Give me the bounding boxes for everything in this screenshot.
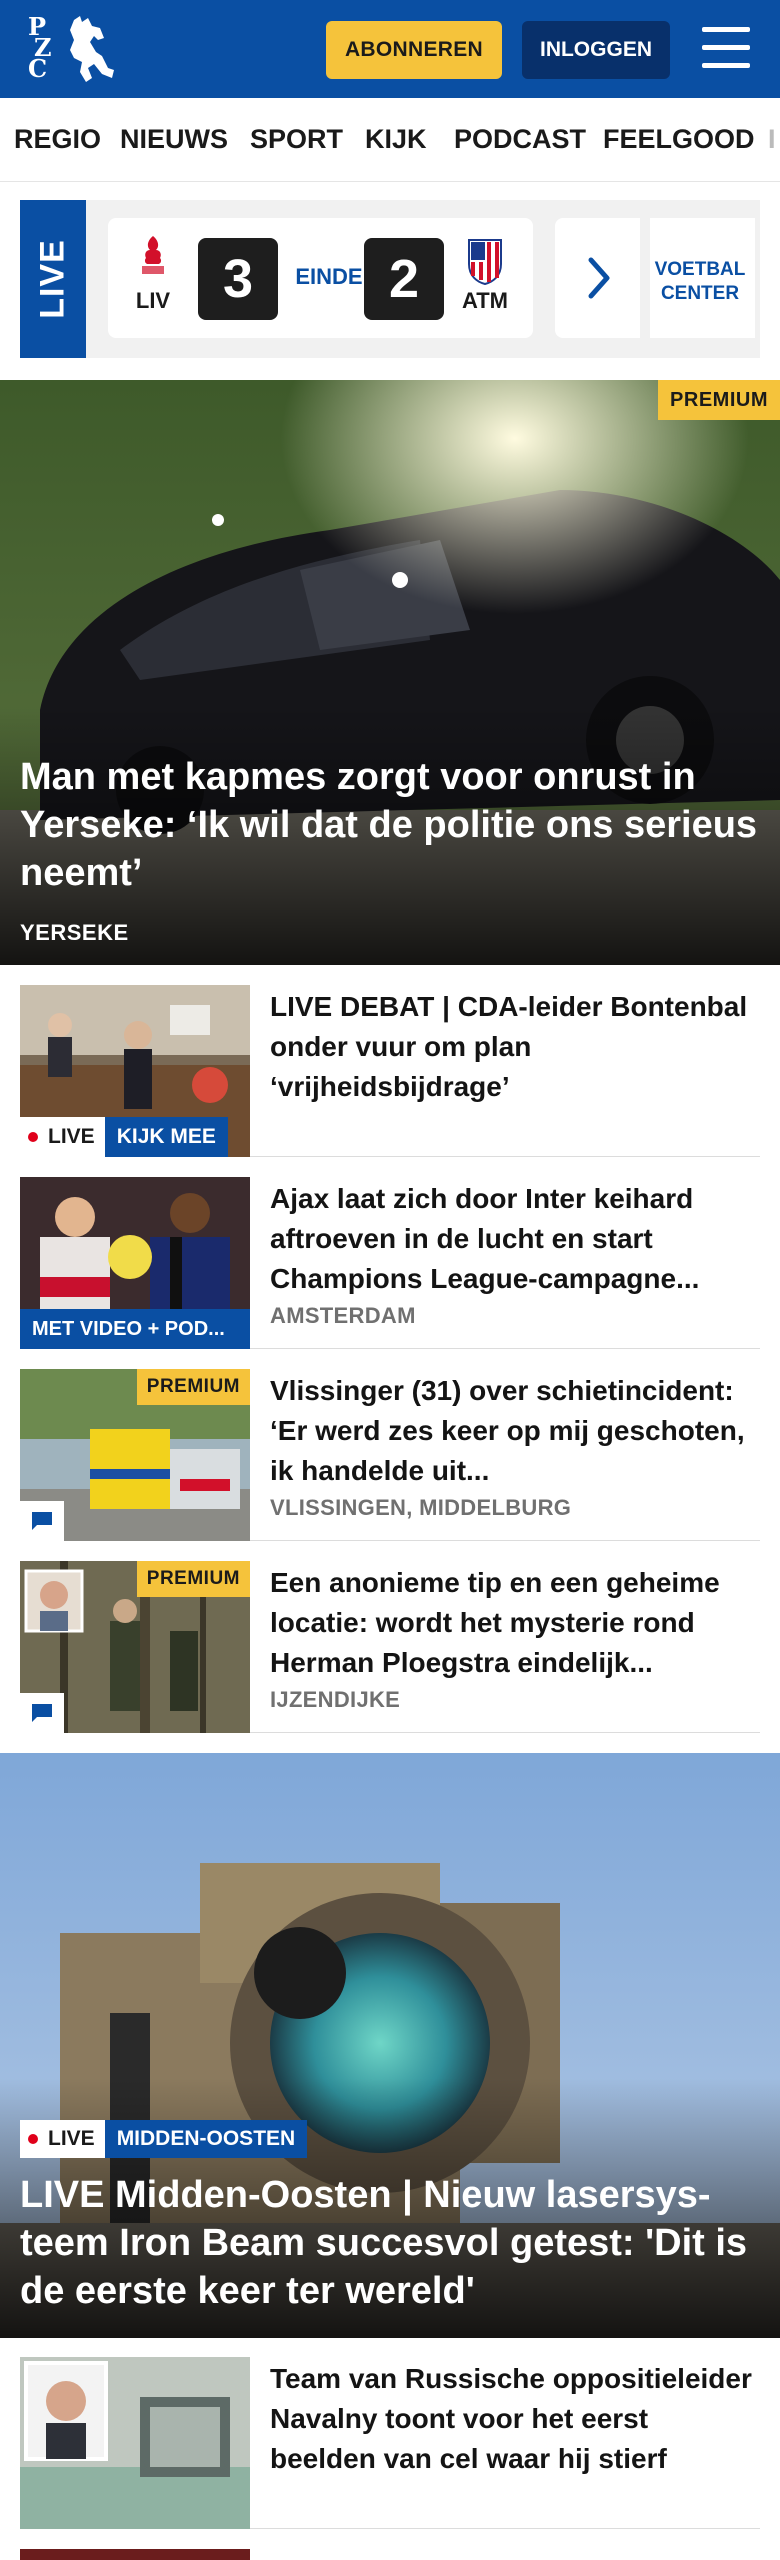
hero-title[interactable]: LIVE Midden-Oosten | Nieuw lasersys­teem… [20, 2171, 765, 2315]
login-button[interactable]: INLOGGEN [522, 21, 670, 79]
live-scores-strip: LIVE LIV 3 EINDE 2 ATM VOETBAL CENTER [20, 200, 760, 358]
live-chip: LIVE MIDDEN-OOSTEN [20, 2120, 308, 2158]
hero-title[interactable]: Man met kapmes zorgt voor onrust in Yers… [20, 753, 765, 897]
premium-badge: PREMIUM [658, 380, 780, 420]
section-nav: REGIO NIEUWS SPORT KIJK PODCAST FEELGOOD… [0, 98, 780, 182]
nav-item-kijk[interactable]: KIJK [365, 124, 427, 155]
voetbal-center-line2: CENTER [660, 283, 740, 304]
away-team-abbr: ATM [461, 288, 509, 313]
nav-item-sport[interactable]: SPORT [250, 124, 343, 155]
hero-article-yerseke[interactable]: PREMIUM Man met kapmes zorgt voor onrust… [0, 380, 780, 965]
voetbal-center-line1: VOETBAL [654, 259, 746, 280]
thumb-navalny [20, 2357, 250, 2529]
nav-item-nieuws[interactable]: NIEUWS [120, 124, 228, 155]
atletico-crest-icon [468, 239, 502, 286]
list-tag: VLISSINGEN, MIDDELBURG [270, 1495, 572, 1520]
list-tag: IJZENDIJKE [270, 1687, 401, 1712]
thumb-image-prison-cell [20, 2357, 250, 2529]
hamburger-menu-icon[interactable] [700, 25, 752, 71]
video-podcast-chip: MET VIDEO + POD... [20, 1309, 250, 1349]
thumb-ajax: MET VIDEO + POD... [20, 1177, 250, 1349]
nav-item-podcast[interactable]: PODCAST [454, 124, 586, 155]
match-status: EINDE [295, 264, 363, 289]
thumb-ploegstra: PREMIUM [20, 1561, 250, 1733]
list-item-navalny[interactable]: Team van Russische oppositielei­der Nava… [20, 2357, 760, 2529]
list-title[interactable]: Team van Russische oppositielei­der Nava… [270, 2359, 760, 2479]
chevron-right-icon[interactable] [587, 256, 613, 300]
logo-horse-icon [70, 16, 114, 82]
thumb-cut-off [20, 2549, 250, 2560]
kijk-mee-label: KIJK MEE [104, 1117, 228, 1157]
lfc-crest-icon [142, 236, 164, 274]
live-label: LIVE [20, 200, 86, 358]
site-header: P Z C ABONNEREN INLOGGEN [0, 0, 780, 98]
live-dot-icon [28, 2134, 38, 2144]
live-dot-icon [28, 1132, 38, 1142]
list-title[interactable]: Ajax laat zich door Inter keihard aftroe… [270, 1179, 760, 1299]
thumb-debat: LIVE KIJK MEE [20, 985, 250, 1157]
premium-badge: PREMIUM [136, 1369, 250, 1405]
list-item-ajax[interactable]: MET VIDEO + POD... Ajax laat zich door I… [20, 1177, 760, 1349]
home-team: LIV [126, 234, 180, 314]
list-item-cut-off[interactable]: Nieuwe derde... [20, 2549, 760, 2560]
match-card[interactable]: LIV 3 EINDE 2 ATM [108, 218, 533, 338]
list-title[interactable]: Een anonieme tip en een geheime locatie:… [270, 1563, 760, 1683]
voetbal-center-link[interactable]: VOETBAL CENTER [640, 218, 745, 338]
thumb-vlissinger: PREMIUM [20, 1369, 250, 1541]
pzc-logo[interactable]: P Z C [28, 12, 120, 86]
nav-item-overflow[interactable]: I [768, 124, 776, 155]
premium-badge: PREMIUM [136, 1561, 250, 1597]
home-team-abbr: LIV [135, 288, 171, 313]
away-score: 2 [364, 238, 444, 320]
list-item-vlissinger[interactable]: PREMIUM Vlissinger (31) over schietinci­… [20, 1369, 760, 1541]
list-tag: AMSTERDAM [270, 1303, 416, 1328]
comment-icon [20, 1693, 64, 1733]
away-team: ATM [458, 234, 512, 314]
nav-item-regio[interactable]: REGIO [14, 124, 101, 155]
list-item-debat[interactable]: LIVE KIJK MEE LIVE DEBAT | CDA-leider Bo… [20, 985, 760, 1157]
subscribe-button[interactable]: ABONNEREN [326, 21, 502, 79]
hero-tag: YERSEKE [20, 920, 129, 945]
nav-item-feelgood[interactable]: FEELGOOD [603, 124, 755, 155]
comment-icon [20, 1501, 64, 1541]
list-title[interactable]: Nieuwe derde... [270, 2551, 760, 2560]
live-chip: LIVE KIJK MEE [20, 1117, 228, 1157]
home-score: 3 [198, 238, 278, 320]
scores-next-card[interactable]: VOETBAL CENTER [555, 218, 755, 338]
hero-article-midden-oosten[interactable]: LIVE MIDDEN-OOSTEN LIVE Midden-Oosten | … [0, 1753, 780, 2338]
list-item-ploegstra[interactable]: PREMIUM Een anonieme tip en een geheime … [20, 1561, 760, 1733]
list-title[interactable]: Vlissinger (31) over schietinci­dent: ‘E… [270, 1371, 760, 1491]
midden-oosten-label: MIDDEN-OOSTEN [104, 2120, 308, 2158]
list-title[interactable]: LIVE DEBAT | CDA-leider Bontenbal onder … [270, 987, 760, 1107]
